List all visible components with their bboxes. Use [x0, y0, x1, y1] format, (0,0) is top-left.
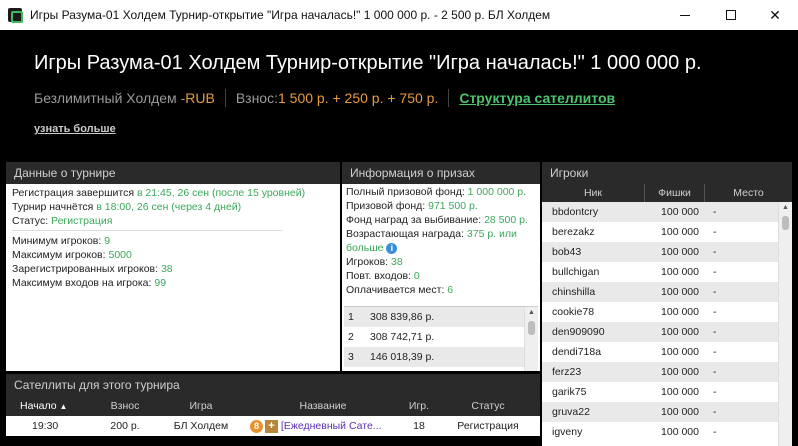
satellites-heading: Сателлиты для этого турнира [6, 374, 540, 396]
close-icon: ✕ [769, 6, 781, 23]
window-title: Игры Разума-01 Холдем Турнир-открытие "И… [30, 8, 551, 22]
column-chips[interactable]: Фишки [645, 184, 705, 202]
registered-players: Зарегистрированных игроков: 38 [12, 263, 173, 275]
column-start[interactable]: Начало ▲ [6, 396, 92, 416]
tournament-info-panel: Регистрация завершится в 21:45, 26 сен (… [6, 184, 340, 371]
minimize-button[interactable] [662, 0, 708, 30]
bounty-fund: Фонд наград за выбивание: 28 500 р. [346, 214, 528, 226]
progressive-bounty-more: больше i [346, 241, 536, 255]
title-bar[interactable]: Игры Разума-01 Холдем Турнир-открытие "И… [0, 0, 798, 30]
satellites-table-header: Начало ▲ Взнос Игра Название Игр. Статус [6, 396, 540, 416]
tournament-info-heading: Данные о турнире [6, 162, 340, 184]
max-players: Максимум игроков: 5000 [12, 249, 132, 261]
table-row[interactable]: cookie78 100 000- [542, 302, 792, 322]
total-prize-pool: Полный призовой фонд: 1 000 000 р. [346, 186, 527, 198]
plus-badge-icon: + [265, 419, 278, 433]
scroll-up-icon[interactable]: ▲ [779, 202, 792, 214]
table-row[interactable]: den909090 100 000- [542, 322, 792, 342]
table-row[interactable]: gruva22 100 000- [542, 402, 792, 422]
players-table: bbdontcry 100 000- berezakz 100 000- bob43… [542, 202, 792, 446]
divider [448, 89, 450, 107]
table-row: 3 146 018,39 р. [344, 347, 538, 367]
learn-more-link[interactable]: узнать больше [34, 123, 116, 135]
column-nick[interactable]: Ник [542, 184, 645, 202]
game-type: Безлимитный Холдем - [34, 90, 186, 106]
prize-pool: Призовой фонд: 971 500 р. [346, 200, 478, 212]
table-row[interactable]: bob43 100 000- [542, 242, 792, 262]
paid-places: Оплачивается мест: 6 [346, 284, 454, 296]
column-name[interactable]: Название [244, 396, 402, 416]
table-row[interactable]: dendi718a 100 000- [542, 342, 792, 362]
table-row: 1 308 839,86 р. [344, 307, 538, 327]
scroll-up-icon[interactable]: ▲ [525, 307, 538, 319]
tournament-start: Турнир начнётся в 18:00, 26 сен (через 4… [12, 201, 242, 213]
players-count: Игроков: 38 [346, 256, 403, 268]
column-players[interactable]: Игр. [402, 396, 436, 416]
divider [12, 230, 282, 231]
players-table-header: Ник Фишки Место [542, 184, 792, 202]
players-heading: Игроки [542, 162, 792, 184]
table-row[interactable]: igveny 100 000- [542, 422, 792, 442]
payout-scrollbar[interactable]: ▲ [524, 307, 538, 371]
table-row[interactable]: bbdontcry 100 000- [542, 202, 792, 222]
column-game[interactable]: Игра [158, 396, 244, 416]
maximize-icon [726, 10, 736, 20]
buyin-value: 1 500 р. + 250 р. + 750 р. [277, 90, 439, 106]
table-row[interactable]: chinshilla 100 000- [542, 282, 792, 302]
scroll-thumb[interactable] [782, 216, 789, 230]
satellite-structure-link[interactable]: Структура сателлитов [459, 90, 615, 106]
tournament-title: Игры Разума-01 Холдем Турнир-открытие "И… [34, 52, 702, 74]
min-players: Минимум игроков: 9 [12, 235, 111, 247]
column-status[interactable]: Статус [436, 396, 540, 416]
tournament-status: Статус: Регистрация [12, 215, 113, 227]
app-logo-icon [8, 8, 23, 23]
divider [224, 89, 226, 107]
prize-info-heading: Информация о призах [342, 162, 540, 184]
table-row[interactable]: berezakz 100 000- [542, 222, 792, 242]
sort-asc-icon: ▲ [59, 402, 68, 411]
table-row[interactable]: 19:30 200 р. БЛ Холдем 8 + [Ежедневный Са… [6, 416, 540, 436]
registration-end: Регистрация завершится в 21:45, 26 сен (… [12, 187, 306, 199]
reentries-count: Повт. входов: 0 [346, 270, 420, 282]
column-buyin[interactable]: Взнос [92, 396, 158, 416]
table-row[interactable]: ferz23 100 000- [542, 362, 792, 382]
table-row[interactable]: bullchigan 100 000- [542, 262, 792, 282]
info-icon[interactable]: i [386, 242, 398, 254]
table-row: 2 308 742,71 р. [348, 331, 435, 343]
players-scrollbar[interactable]: ▲ [778, 202, 792, 446]
maximize-button[interactable] [708, 0, 754, 30]
tournament-lobby-window: Игры Разума-01 Холдем Турнир-открытие "И… [0, 0, 798, 446]
satellite-name-link[interactable]: [Ежедневный Сате... [281, 420, 382, 432]
table-row[interactable]: garik75 100 000- [542, 382, 792, 402]
column-place[interactable]: Место [705, 184, 792, 202]
max-entries: Максимум входов на игрока: 99 [12, 277, 167, 289]
currency: RUB [185, 90, 215, 106]
prize-info-panel: Полный призовой фонд: 1 000 000 р. Призо… [342, 184, 540, 371]
payout-table[interactable]: 1 308 839,86 р. 2 308 742,71 р. 3 146 018,3… [344, 306, 538, 371]
tournament-summary: Безлимитный Холдем - RUB Взнос: 1 500 р.… [34, 89, 615, 107]
buyin-label: Взнос: [235, 90, 278, 106]
minimize-icon [680, 14, 690, 16]
progressive-bounty: Возрастающая награда: 375 р. или [346, 228, 517, 240]
scroll-thumb[interactable] [528, 321, 535, 335]
satellite-badge-icon: 8 [250, 419, 263, 433]
close-button[interactable]: ✕ [752, 0, 798, 30]
